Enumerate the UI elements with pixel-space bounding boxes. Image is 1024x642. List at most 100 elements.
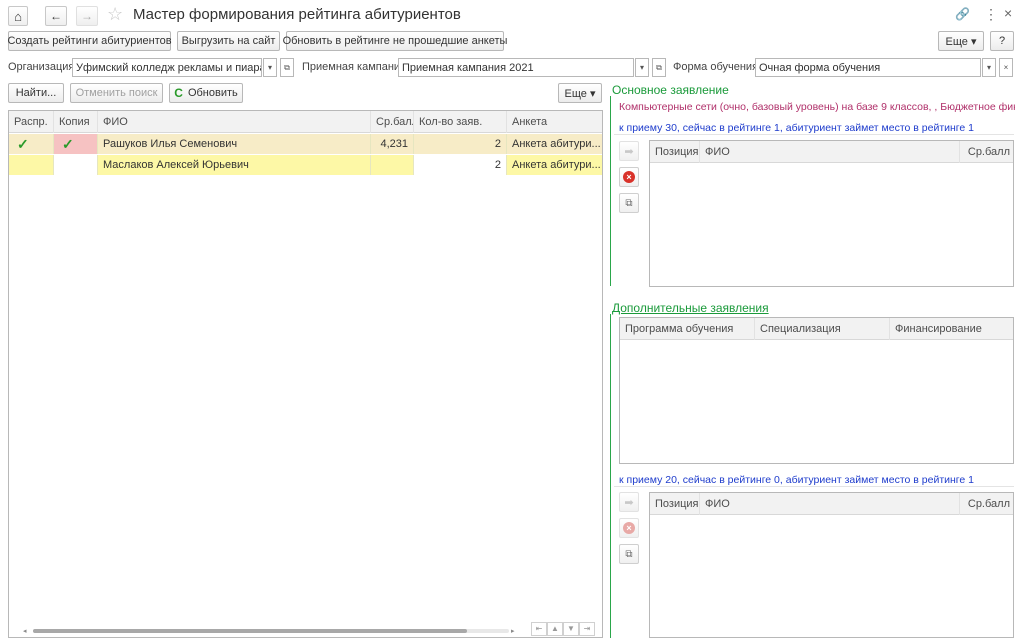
col-form[interactable]: Анкета xyxy=(507,111,602,133)
divider xyxy=(614,486,1014,487)
open-icon: ⧉ xyxy=(656,62,662,72)
help-button[interactable]: ? xyxy=(990,31,1014,51)
update-rating-button[interactable]: Обновить в рейтинге не прошедшие анкеты xyxy=(283,31,507,51)
col-position[interactable]: Позиция xyxy=(650,493,700,515)
study-form-clear-button[interactable]: × xyxy=(999,58,1013,77)
more-menu-icon[interactable]: ⋮ xyxy=(984,6,998,23)
study-form-dropdown-button[interactable]: ▾ xyxy=(982,58,996,77)
nav-down-icon[interactable]: ▼ xyxy=(563,622,579,636)
horizontal-scrollbar[interactable] xyxy=(33,629,509,633)
scroll-right-icon[interactable]: ▸ xyxy=(511,627,519,635)
col-avg[interactable]: Ср.балл xyxy=(960,493,1013,515)
distributed-check-icon[interactable]: ✓ xyxy=(9,134,54,154)
applicant-form[interactable]: Анкета абитури... xyxy=(507,134,602,154)
table-row[interactable]: ✓ ✓ Рашуков Илья Семенович 4,231 2 Анкет… xyxy=(9,134,602,154)
nav-up-icon[interactable]: ▲ xyxy=(547,622,563,636)
close-icon[interactable]: × xyxy=(1004,5,1012,21)
campaign-label: Приемная кампания: xyxy=(302,61,410,73)
remove-icon: × xyxy=(623,171,635,183)
col-copy[interactable]: Копия xyxy=(54,111,98,133)
study-form-label: Форма обучения: xyxy=(673,61,762,73)
extra-apps-title[interactable]: Дополнительные заявления xyxy=(612,301,769,315)
nav-last-icon[interactable]: ⇥ xyxy=(579,622,595,636)
main-section-divider xyxy=(610,96,611,286)
distributed-cell[interactable] xyxy=(9,155,54,175)
chevron-down-icon: ▾ xyxy=(639,63,644,72)
scrollbar-thumb[interactable] xyxy=(33,629,467,633)
page-title: Мастер формирования рейтинга абитуриенто… xyxy=(133,6,461,23)
table-header: Распр. Копия ФИО Ср.балл Кол-во заяв. Ан… xyxy=(9,111,602,133)
back-button[interactable]: ← xyxy=(45,6,67,26)
move-to-main-button[interactable]: ➡ xyxy=(619,141,639,161)
col-avg[interactable]: Ср.балл xyxy=(371,111,414,133)
chevron-down-icon: ▾ xyxy=(986,63,991,72)
main-rating-table[interactable]: Позиция ФИО Ср.балл xyxy=(649,140,1014,287)
col-specialization[interactable]: Специализация xyxy=(755,318,890,340)
main-app-status: к приему 30, сейчас в рейтинге 1, абитур… xyxy=(619,122,975,134)
extra-apps-table[interactable]: Программа обучения Специализация Финанси… xyxy=(619,317,1014,464)
extra-rating-table[interactable]: Позиция ФИО Ср.балл xyxy=(649,492,1014,638)
col-name[interactable]: ФИО xyxy=(700,493,960,515)
applicant-form[interactable]: Анкета абитури... xyxy=(507,155,602,175)
copy-main-button[interactable]: ⧉ xyxy=(619,193,639,213)
refresh-button[interactable]: C Обновить xyxy=(169,83,243,103)
scroll-left-icon[interactable]: ◂ xyxy=(23,627,31,635)
applicant-avg: 4,231 xyxy=(371,134,414,154)
table-header: Позиция ФИО Ср.балл xyxy=(650,493,1013,515)
remove-extra-button[interactable]: × xyxy=(619,518,639,538)
applicant-count: 2 xyxy=(414,155,507,175)
org-field[interactable]: Уфимский колледж рекламы и пиара xyxy=(72,58,262,77)
col-name[interactable]: ФИО xyxy=(98,111,371,133)
copy-check-icon[interactable]: ✓ xyxy=(54,134,98,154)
copy-extra-button[interactable]: ⧉ xyxy=(619,544,639,564)
create-ratings-button[interactable]: Создать рейтинги абитуриентов xyxy=(7,31,172,51)
col-name[interactable]: ФИО xyxy=(700,141,960,163)
col-position[interactable]: Позиция xyxy=(650,141,700,163)
table-row[interactable]: Маслаков Алексей Юрьевич 2 Анкета абитур… xyxy=(9,155,602,175)
copy-icon: ⧉ xyxy=(625,197,633,209)
org-dropdown-button[interactable]: ▾ xyxy=(263,58,277,77)
col-count[interactable]: Кол-во заяв. xyxy=(414,111,507,133)
campaign-open-button[interactable]: ⧉ xyxy=(652,58,666,77)
extra-section-divider xyxy=(610,314,611,638)
star-icon[interactable]: ☆ xyxy=(107,4,123,25)
applicant-avg xyxy=(371,155,414,175)
main-app-program: Компьютерные сети (очно, базовый уровень… xyxy=(619,101,1015,113)
org-label: Организация: xyxy=(8,61,78,73)
campaign-field[interactable]: Приемная кампания 2021 xyxy=(398,58,634,77)
remove-icon: × xyxy=(623,522,635,534)
table-header: Позиция ФИО Ср.балл xyxy=(650,141,1013,163)
campaign-dropdown-button[interactable]: ▾ xyxy=(635,58,649,77)
refresh-label: Обновить xyxy=(187,87,238,99)
copy-cell[interactable] xyxy=(54,155,98,175)
org-open-button[interactable]: ⧉ xyxy=(280,58,294,77)
find-button[interactable]: Найти... xyxy=(8,83,64,103)
clear-icon: × xyxy=(1003,63,1009,72)
cancel-search-button[interactable]: Отменить поиск xyxy=(70,83,163,103)
applicant-count: 2 xyxy=(414,134,507,154)
link-icon[interactable]: 🔗 xyxy=(955,7,970,21)
nav-first-icon[interactable]: ⇤ xyxy=(531,622,547,636)
applicants-table[interactable]: Распр. Копия ФИО Ср.балл Кол-во заяв. Ан… xyxy=(8,110,603,638)
col-financing[interactable]: Финансирование xyxy=(890,318,1013,340)
forward-button[interactable]: → xyxy=(76,6,98,26)
home-icon: ⌂ xyxy=(14,8,22,24)
col-distributed[interactable]: Распр. xyxy=(9,111,54,133)
more-button[interactable]: Еще ▾ xyxy=(938,31,984,51)
arrow-right-icon: ➡ xyxy=(624,496,634,509)
list-more-button[interactable]: Еще ▾ xyxy=(558,83,602,103)
open-icon: ⧉ xyxy=(284,62,290,72)
upload-site-button[interactable]: Выгрузить на сайт xyxy=(177,31,280,51)
table-header: Программа обучения Специализация Финанси… xyxy=(620,318,1013,340)
applicant-name: Рашуков Илья Семенович xyxy=(98,134,371,154)
arrow-right-icon: ➡ xyxy=(624,145,634,158)
chevron-down-icon: ▾ xyxy=(267,63,272,72)
study-form-field[interactable]: Очная форма обучения xyxy=(755,58,981,77)
col-avg[interactable]: Ср.балл xyxy=(960,141,1013,163)
main-app-title: Основное заявление xyxy=(612,83,729,97)
refresh-icon: C xyxy=(174,86,183,100)
col-program[interactable]: Программа обучения xyxy=(620,318,755,340)
remove-main-button[interactable]: × xyxy=(619,167,639,187)
home-button[interactable]: ⌂ xyxy=(8,6,28,26)
move-to-extra-button[interactable]: ➡ xyxy=(619,492,639,512)
